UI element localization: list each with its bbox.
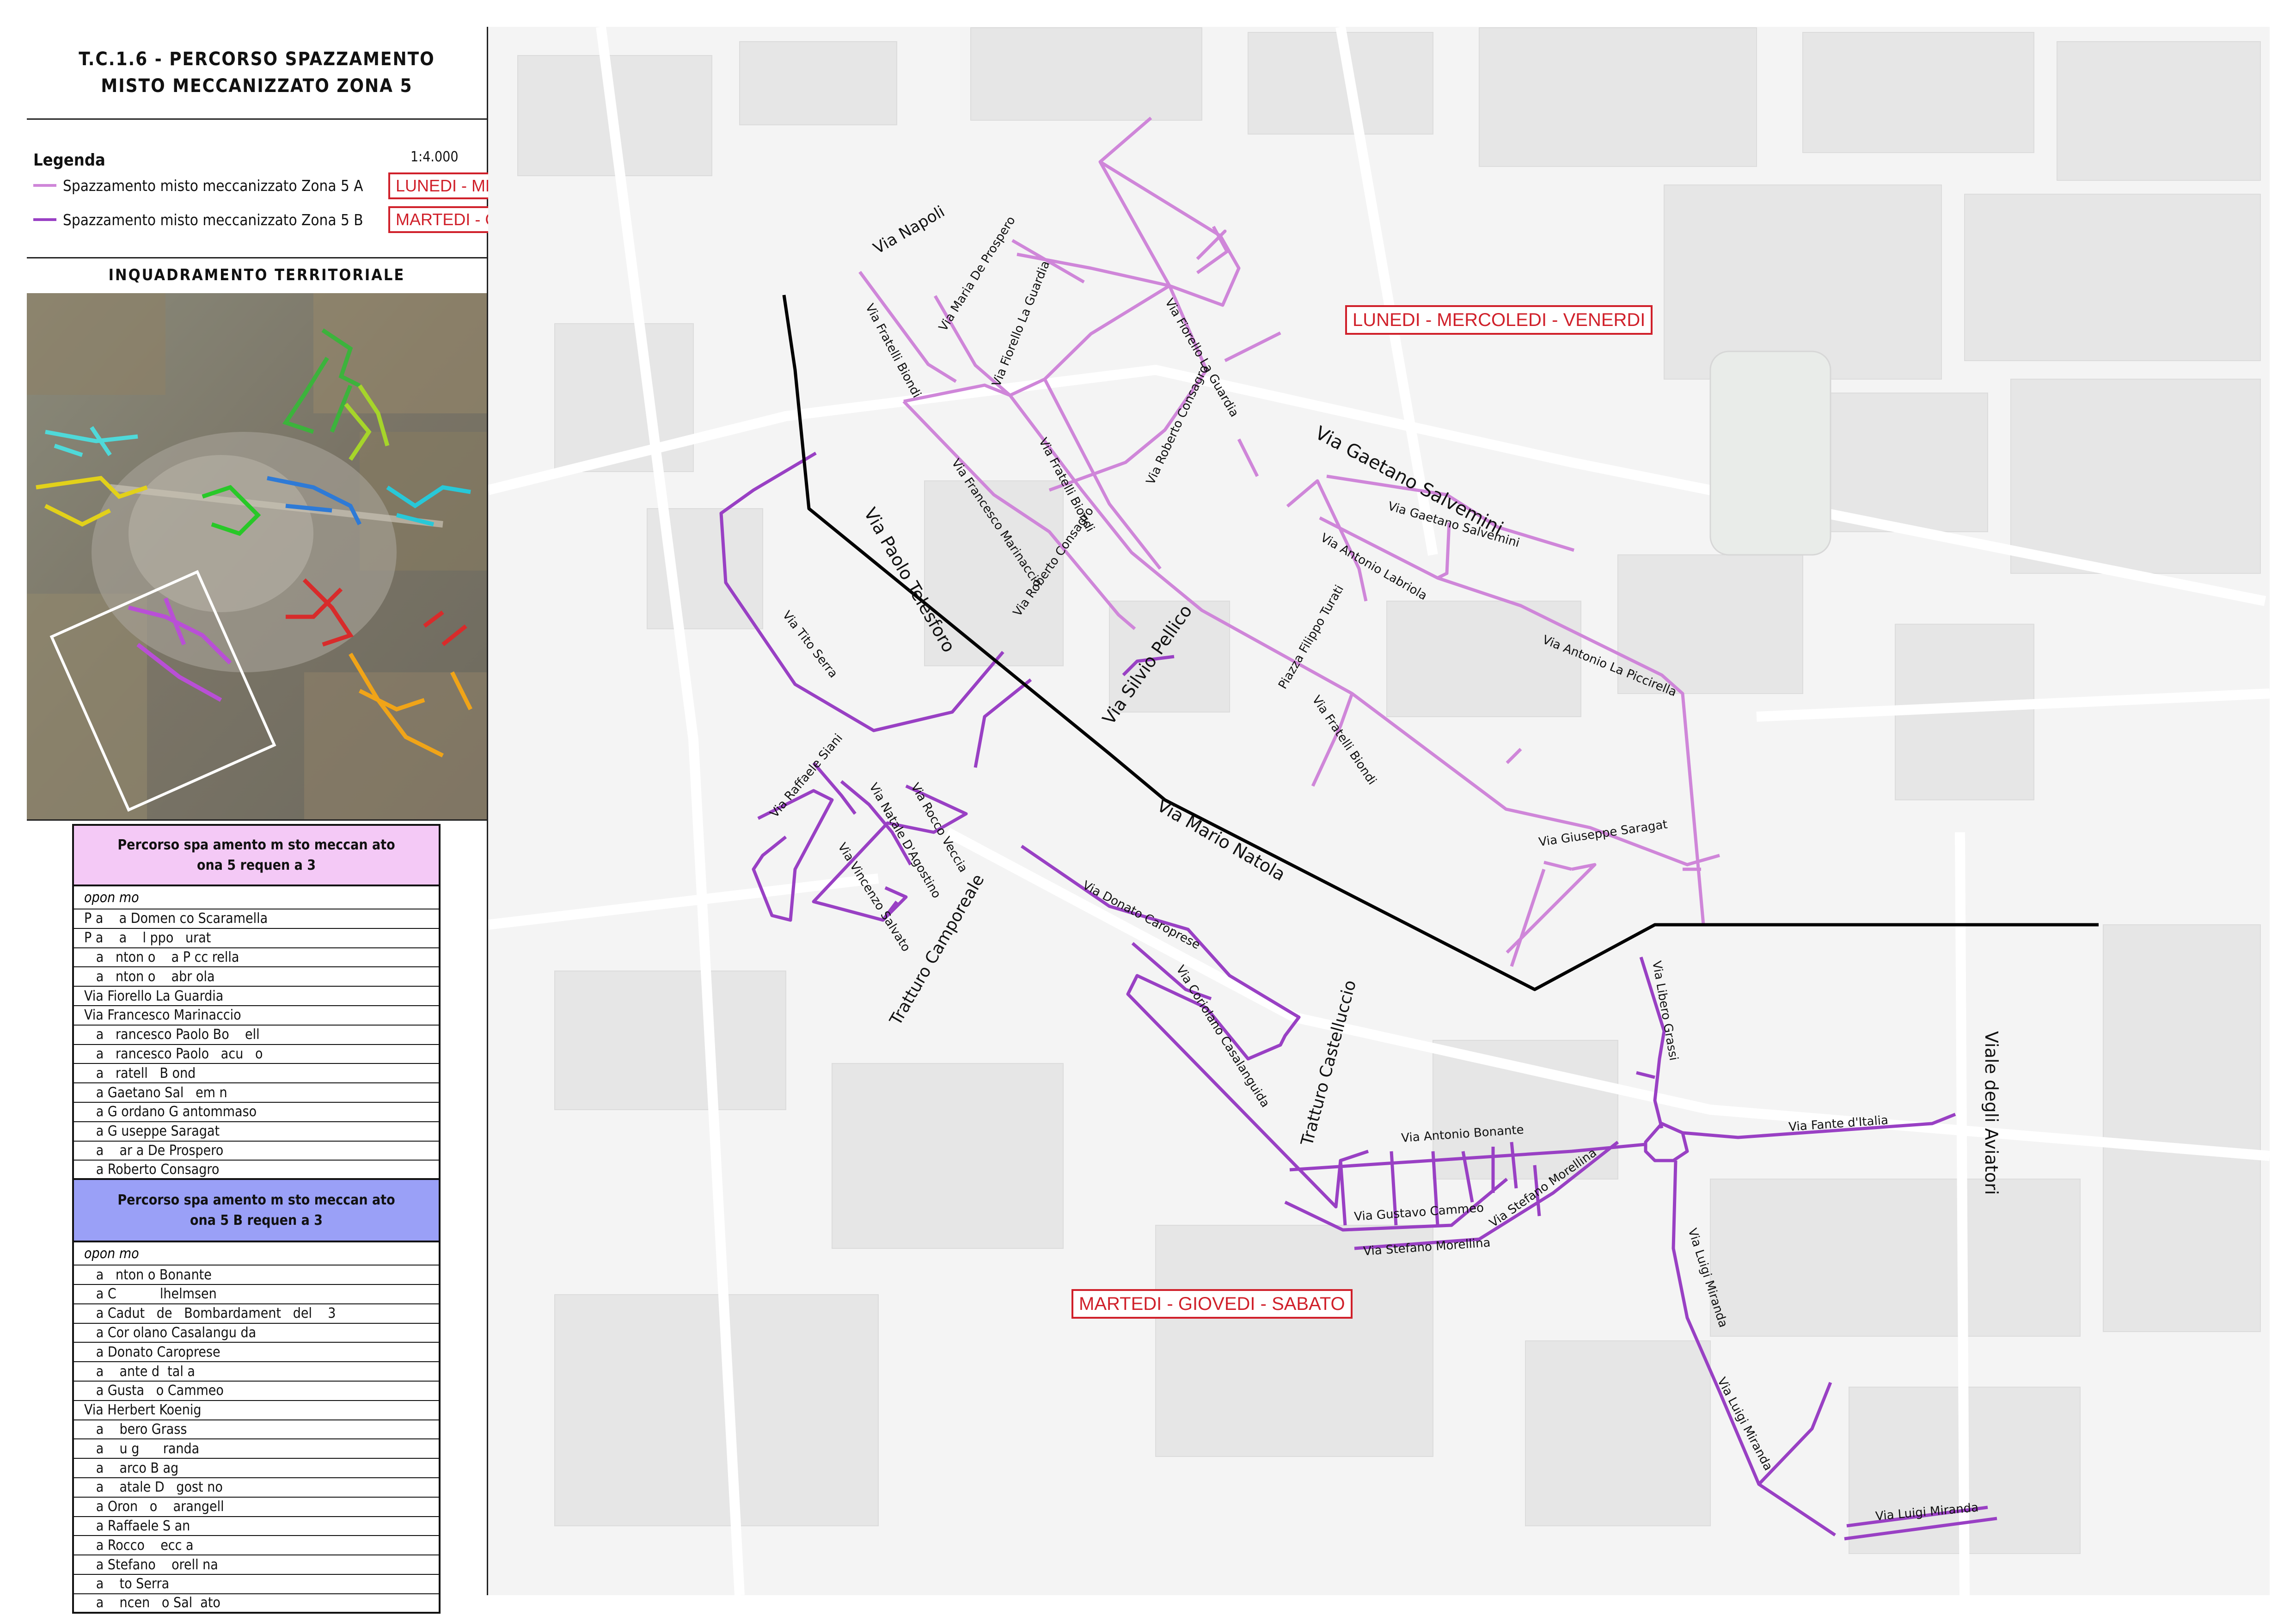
table-a-subheader: opon mo (72, 886, 441, 909)
zone-b-days-label: MARTEDI - GIOVEDI - SABATO (1071, 1289, 1353, 1319)
table-row: a atale D gost no (72, 1478, 441, 1498)
route-map[interactable]: Via Napoli Via Fratelli Biondi Via Maria D… (488, 27, 2270, 1595)
table-row: a Donato Caroprese (72, 1343, 441, 1363)
title-block: T.C.1.6 - PERCORSO SPAZZAMENTO MISTO MEC… (27, 27, 487, 120)
route-map-canvas: Via NapoliVia Fratelli BiondiVia Maria D… (488, 27, 2270, 1595)
street-label: Via Maria De Prospero (936, 214, 1018, 334)
legend-item-5a: Spazzamento misto meccanizzato Zona 5 A (33, 174, 363, 197)
table-row: a ratell B ond (72, 1064, 441, 1084)
street-label: Via Coriolano Casalanguida (1173, 963, 1272, 1110)
table-row: Via Francesco Marinaccio (72, 1006, 441, 1026)
table-row: P a a l ppo urat (72, 928, 441, 948)
table-row: a ar a De Prospero (72, 1141, 441, 1161)
table-row: P a a Domen co Scaramella (72, 909, 441, 929)
side-panel: T.C.1.6 - PERCORSO SPAZZAMENTO MISTO MEC… (27, 27, 667, 1614)
table-row: a rancesco Paolo acu o (72, 1044, 441, 1064)
table-row: Via Fiorello La Guardia (72, 987, 441, 1006)
table-row: a ante d tal a (72, 1362, 441, 1382)
legend-label-5b: Spazzamento misto meccanizzato Zona 5 B (63, 210, 363, 229)
table-a-header: Percorso spa amento m sto meccan ato ona … (72, 824, 441, 886)
legend-swatch-5a (33, 184, 56, 187)
table-row: a arco B ag (72, 1459, 441, 1478)
table-b-header-line2: ona 5 B requen a 3 (190, 1212, 323, 1229)
table-b-header: Percorso spa amento m sto meccan ato ona … (72, 1180, 441, 1243)
table-row: a to Serra (72, 1574, 441, 1594)
table-b-header-line1: Percorso spa amento m sto meccan ato (117, 1192, 395, 1208)
table-row: a Gaetano Sal em n (72, 1083, 441, 1103)
street-label: Viale degli Aviatori (1981, 1031, 2002, 1195)
table-b-rows: a nton o Bonante a C lhelmsen a Cadut de… (72, 1266, 441, 1614)
table-row: a G ordano G antommaso (72, 1102, 441, 1122)
street-tables: Percorso spa amento m sto meccan ato ona … (72, 824, 441, 1614)
table-row: a nton o abr ola (72, 967, 441, 987)
building-blocks (517, 27, 2261, 1554)
legend-label-5a: Spazzamento misto meccanizzato Zona 5 A (63, 176, 363, 195)
zone-a-days-label: LUNEDI - MERCOLEDI - VENERDI (1345, 305, 1653, 335)
stadium (1709, 350, 1831, 556)
street-label: Tratturo Castelluccio (1298, 978, 1360, 1149)
table-row: a rancesco Paolo Bo ell (72, 1025, 441, 1045)
table-row: a Cor olano Casalangu da (72, 1323, 441, 1343)
street-label: Via Napoli (870, 203, 948, 258)
legend-heading: Legenda (33, 151, 105, 170)
table-row: a ncen o Sal ato (72, 1594, 441, 1614)
table-row: a Roberto Consagro (72, 1161, 441, 1180)
street-label: Via Roberto Consagro (1144, 363, 1211, 487)
table-a-rows: P a a Domen co Scaramella P a a l ppo ura… (72, 909, 441, 1180)
legend-swatch-5b (33, 218, 56, 221)
table-row: Via Herbert Koenig (72, 1401, 441, 1420)
inset-aerial-image (27, 293, 487, 819)
inquadramento-heading: INQUADRAMENTO TERRITORIALE (27, 257, 487, 295)
street-label: Via Luigi Miranda (1714, 1375, 1775, 1473)
table-row: a nton o a P cc rella (72, 948, 441, 968)
street-label: Via Fiorello La Guardia (990, 259, 1053, 389)
street-label: Via Libero Grassi (1649, 960, 1680, 1062)
table-row: a u g randa (72, 1439, 441, 1459)
territorial-inset-map (27, 293, 487, 821)
table-a-header-line1: Percorso spa amento m sto meccan ato (117, 836, 395, 853)
table-row: a Raffaele S an (72, 1517, 441, 1536)
map-scale: 1:4.000 (410, 149, 459, 165)
street-label: Via Mario Natola (1154, 795, 1289, 885)
title-line-2: MISTO MECCANIZZATO ZONA 5 (101, 75, 413, 97)
table-row: a C lhelmsen (72, 1284, 441, 1304)
street-label: Via Vincenzo Salvato (835, 841, 913, 954)
table-b-subheader: opon mo (72, 1242, 441, 1266)
street-label: Via Gustavo Cammeo (1353, 1201, 1484, 1224)
table-row: a Oron o arangell (72, 1497, 441, 1517)
table-row: a Gusta o Cammeo (72, 1381, 441, 1401)
table-row: a nton o Bonante (72, 1266, 441, 1285)
table-row: a Stefano orell na (72, 1555, 441, 1575)
street-label: Via Tito Serra (779, 608, 840, 681)
legend: Legenda 1:4.000 Spazzamento misto meccan… (27, 118, 667, 258)
street-label: Via Raffaele Siani (767, 731, 845, 821)
street-label: Via Giuseppe Saragat (1538, 817, 1668, 849)
street-label: Piazza Filippo Turati (1276, 583, 1347, 691)
table-row: a G useppe Saragat (72, 1122, 441, 1142)
title-line-1: T.C.1.6 - PERCORSO SPAZZAMENTO (79, 49, 435, 70)
table-row: a Cadut de Bombardament del 3 (72, 1304, 441, 1324)
table-row: a bero Grass (72, 1420, 441, 1440)
table-row: a Rocco ecc a (72, 1536, 441, 1556)
table-a-header-line2: ona 5 requen a 3 (197, 857, 316, 873)
legend-item-5b: Spazzamento misto meccanizzato Zona 5 B (33, 208, 363, 231)
